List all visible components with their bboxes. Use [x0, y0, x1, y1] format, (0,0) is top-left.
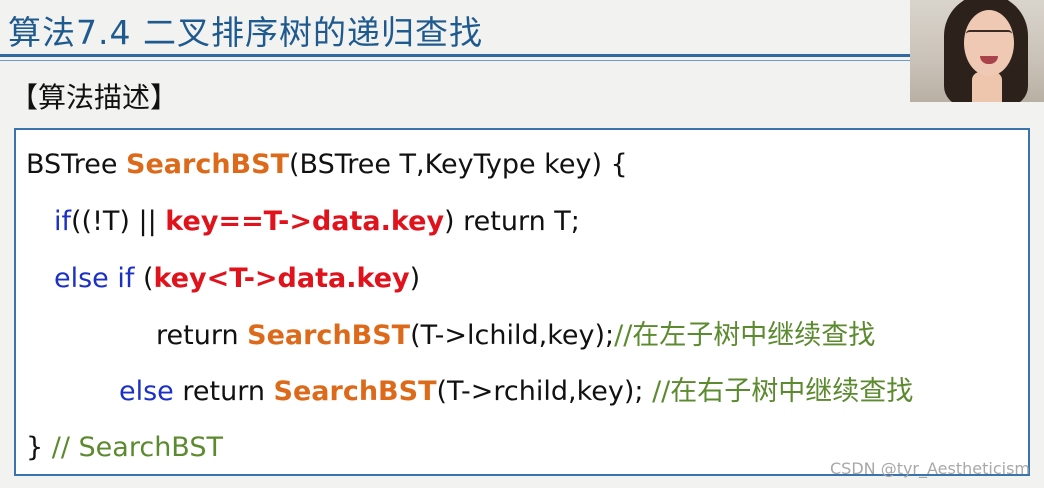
code-line-4: return SearchBST(T->lchild,key);//在左子树中继…: [156, 319, 875, 353]
code-text: ((!T) ||: [71, 206, 166, 237]
presenter-glasses: [966, 30, 1012, 44]
code-text: ): [409, 263, 421, 294]
watermark: CSDN @tyr_Aestheticism: [829, 459, 1030, 478]
code-line-2: if((!T) || key==T->data.key) return T;: [54, 205, 580, 239]
code-text: (T->lchild,key);: [410, 320, 615, 351]
keyword: else if: [54, 263, 135, 294]
presenter-neck: [972, 72, 1002, 102]
slide-title: 算法7.4 二叉排序树的递归查找: [8, 13, 483, 52]
code-line-3: else if (key<T->data.key): [54, 262, 420, 296]
code-text: (BSTree T,KeyType key) {: [289, 149, 628, 180]
code-line-5: else return SearchBST(T->rchild,key); //…: [119, 375, 913, 409]
code-text: (: [134, 263, 154, 294]
function-name: SearchBST: [273, 376, 437, 407]
keyword: if: [54, 206, 72, 237]
code-line-6: } // SearchBST: [26, 431, 223, 465]
condition-highlight: key==T->data.key: [165, 206, 445, 237]
keyword: else: [119, 376, 174, 407]
code-text: ) return T;: [444, 206, 580, 237]
code-comment: // SearchBST: [51, 432, 223, 463]
title-underline-thin: [0, 60, 910, 61]
code-line-1: BSTree SearchBST(BSTree T,KeyType key) {: [26, 148, 628, 182]
condition-highlight: key<T->data.key: [153, 263, 410, 294]
code-comment: //在右子树中继续查找: [652, 376, 914, 407]
code-comment: //在左子树中继续查找: [614, 320, 876, 351]
code-text: return: [173, 376, 274, 407]
code-text: }: [26, 432, 52, 463]
code-text: BSTree: [26, 149, 127, 180]
code-text: (T->rchild,key);: [436, 376, 653, 407]
title-underline: [0, 54, 910, 57]
function-name: SearchBST: [126, 149, 289, 180]
code-block: BSTree SearchBST(BSTree T,KeyType key) {…: [14, 128, 1030, 476]
presenter-video-thumbnail: [910, 0, 1044, 102]
section-heading: 【算法描述】: [10, 81, 179, 114]
code-text: return: [156, 320, 248, 351]
function-name: SearchBST: [247, 320, 411, 351]
